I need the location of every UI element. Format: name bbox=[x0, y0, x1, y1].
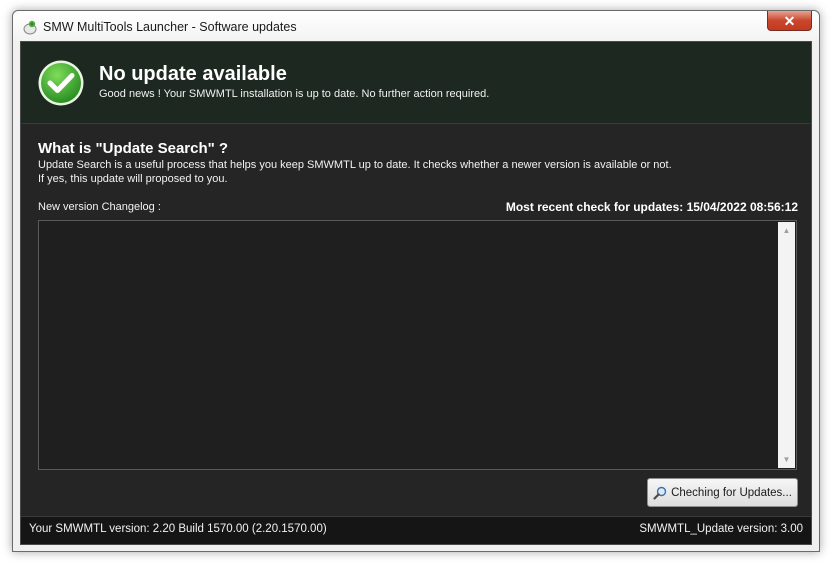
scroll-down-icon[interactable]: ▼ bbox=[778, 451, 795, 468]
check-button-label: Cheching for Updates... bbox=[671, 486, 792, 499]
updater-version: SMWMTL_Update version: 3.00 bbox=[639, 523, 803, 535]
status-footer: Your SMWMTL version: 2.20 Build 1570.00 … bbox=[21, 516, 811, 544]
check-circle-icon bbox=[38, 60, 84, 106]
changelog-label: New version Changelog : bbox=[38, 201, 161, 213]
info-description: Update Search is a useful process that h… bbox=[38, 158, 738, 186]
app-logo-icon bbox=[23, 20, 37, 35]
client-area: No update available Good news ! Your SMW… bbox=[20, 41, 812, 545]
search-icon bbox=[653, 486, 667, 500]
status-header: No update available Good news ! Your SMW… bbox=[21, 42, 811, 124]
updates-window: SMW MultiTools Launcher - Software updat… bbox=[12, 10, 820, 552]
status-subtitle: Good news ! Your SMWMTL installation is … bbox=[99, 88, 490, 100]
info-title: What is "Update Search" ? bbox=[38, 140, 229, 157]
status-title: No update available bbox=[99, 63, 287, 85]
last-check-text: Most recent check for updates: 15/04/202… bbox=[505, 200, 798, 214]
changelog-scrollbar[interactable]: ▲ ▼ bbox=[778, 222, 795, 468]
close-icon: ✕ bbox=[783, 12, 796, 29]
title-bar[interactable]: SMW MultiTools Launcher - Software updat… bbox=[13, 11, 819, 41]
installed-version: Your SMWMTL version: 2.20 Build 1570.00 … bbox=[29, 523, 327, 535]
check-for-updates-button[interactable]: Cheching for Updates... bbox=[647, 478, 798, 507]
scroll-up-icon[interactable]: ▲ bbox=[778, 222, 795, 239]
changelog-textbox[interactable]: ▲ ▼ bbox=[38, 220, 797, 470]
window-title: SMW MultiTools Launcher - Software updat… bbox=[43, 20, 297, 34]
info-line-2: If yes, this update will proposed to you… bbox=[38, 173, 228, 185]
info-line-1: Update Search is a useful process that h… bbox=[38, 159, 672, 171]
close-button[interactable]: ✕ bbox=[767, 11, 812, 31]
